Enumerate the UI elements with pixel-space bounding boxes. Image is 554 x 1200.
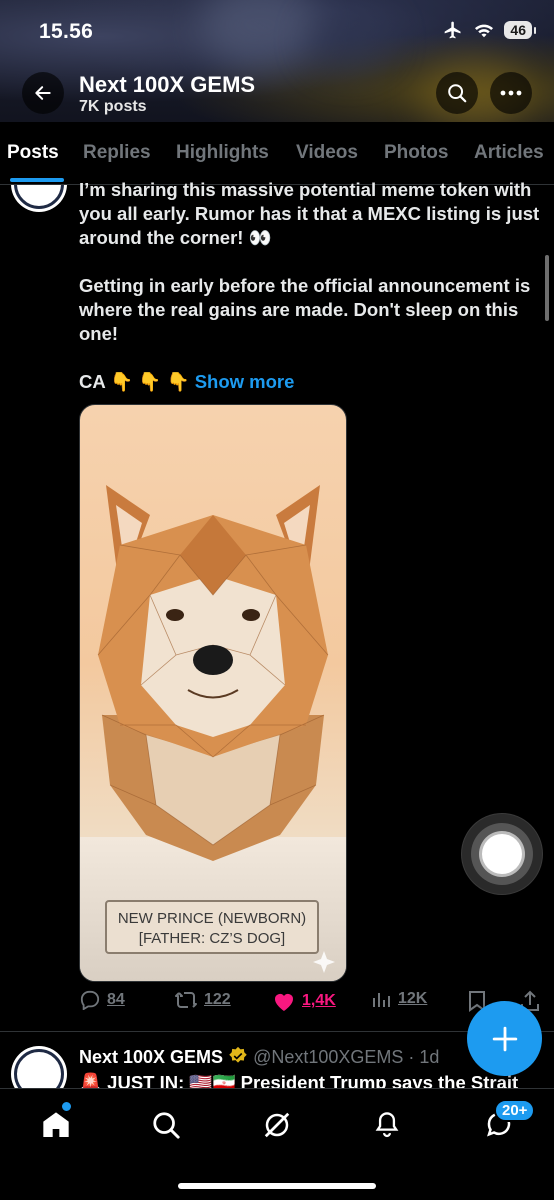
repost-button[interactable]: 122 xyxy=(174,990,231,1010)
repost-count: 122 xyxy=(204,991,231,1008)
repost-icon xyxy=(175,992,197,1008)
more-horizontal-icon xyxy=(500,90,522,96)
status-time: 15.56 xyxy=(39,20,94,43)
post-count: 7K posts xyxy=(79,98,147,115)
assistive-touch-ring xyxy=(471,823,533,885)
nav-grok[interactable] xyxy=(259,1107,295,1143)
tab-videos[interactable]: Videos xyxy=(296,142,358,164)
analytics-bars-icon xyxy=(373,993,390,1007)
views-count: 12K xyxy=(398,990,428,1007)
home-icon xyxy=(43,1112,69,1137)
more-options-button[interactable] xyxy=(490,72,532,114)
messages-badge: 20+ xyxy=(494,1099,536,1122)
verified-badge-icon xyxy=(229,1046,247,1063)
tab-highlights[interactable]: Highlights xyxy=(176,142,269,164)
like-count: 1,4K xyxy=(302,992,336,1009)
dog-illustration: NEW PRINCE (NEWBORN) [FATHER: CZ’S DOG] xyxy=(80,485,346,981)
heart-filled-icon xyxy=(275,994,293,1011)
page-title: Next 100X GEMS xyxy=(79,72,256,97)
scroll-indicator[interactable] xyxy=(545,255,549,321)
tab-photos[interactable]: Photos xyxy=(384,142,448,164)
author-name[interactable]: Next 100X GEMS xyxy=(79,1047,223,1067)
arrow-left-icon xyxy=(35,86,51,100)
home-indicator[interactable] xyxy=(178,1183,376,1189)
home-notification-dot xyxy=(61,1101,72,1112)
status-icons: 46 xyxy=(442,20,536,40)
back-button[interactable] xyxy=(22,72,64,114)
search-icon xyxy=(448,84,467,103)
grok-icon xyxy=(264,1112,290,1138)
active-tab-indicator xyxy=(10,178,64,182)
tab-posts[interactable]: Posts xyxy=(7,142,59,164)
views-button[interactable]: 12K xyxy=(372,990,427,1008)
post-text-paragraph: I’m sharing this massive potential meme … xyxy=(79,179,540,248)
post-action-bar: 84 122 1,4K 12K xyxy=(0,990,554,1014)
post-image[interactable]: NEW PRINCE (NEWBORN) [FATHER: CZ’S DOG] xyxy=(79,404,347,982)
bell-icon xyxy=(375,1112,399,1138)
tab-replies[interactable]: Replies xyxy=(83,142,151,164)
like-button[interactable]: 1,4K xyxy=(272,990,336,1012)
sign-line-2: [FATHER: CZ’S DOG] xyxy=(139,930,285,947)
wifi-icon xyxy=(475,24,494,38)
compose-post-button[interactable] xyxy=(467,1001,542,1076)
author-handle: @Next100XGEMS · 1d xyxy=(253,1047,440,1067)
search-button[interactable] xyxy=(436,72,478,114)
airplane-icon xyxy=(445,21,461,39)
profile-header: 15.56 46 Next 100X GEMS 7K posts xyxy=(0,0,554,122)
nav-notifications[interactable] xyxy=(369,1107,405,1143)
reply-count: 84 xyxy=(107,991,125,1008)
ca-label: CA 👇 👇 👇 xyxy=(79,371,190,392)
assistive-touch-core xyxy=(482,834,522,874)
nav-home[interactable] xyxy=(38,1107,74,1143)
nav-search[interactable] xyxy=(148,1107,184,1143)
show-more-link[interactable]: Show more xyxy=(195,371,295,392)
plus-icon xyxy=(492,1026,517,1051)
search-icon xyxy=(153,1112,180,1139)
tab-articles[interactable]: Articles xyxy=(474,142,544,164)
battery-indicator: 46 xyxy=(504,21,536,39)
assistive-touch-button[interactable] xyxy=(462,814,542,894)
post-author-line: Next 100X GEMS @Next100XGEMS · 1d xyxy=(79,1046,439,1068)
post-text-ca-line: CA 👇 👇 👇 Show more xyxy=(79,370,544,394)
sign-line-1: NEW PRINCE (NEWBORN) xyxy=(118,910,306,927)
reply-icon xyxy=(80,990,100,1010)
reply-button[interactable]: 84 xyxy=(79,990,125,1010)
post-text-paragraph: Getting in early before the official ann… xyxy=(79,275,531,344)
profile-tabs: Posts Replies Highlights Videos Photos A… xyxy=(0,122,554,185)
